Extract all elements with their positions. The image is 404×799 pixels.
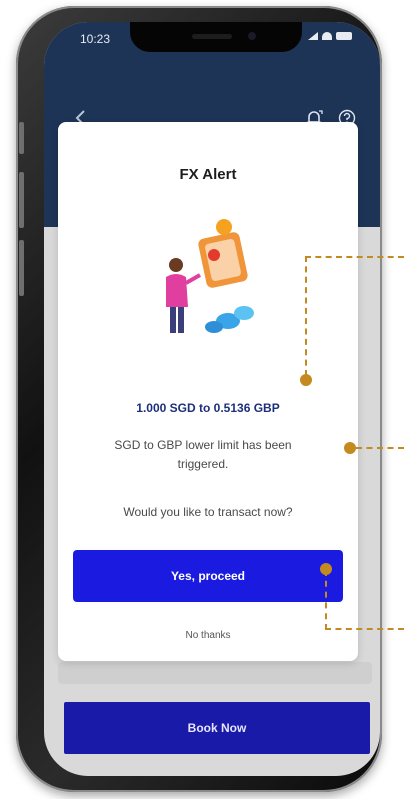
transact-question: Would you like to transact now? [123, 505, 293, 519]
callout-line-rate-vertical [305, 256, 307, 376]
fx-alert-modal: FX Alert 1.000 SGD to 0.5136 GBP SGD to … [58, 122, 358, 661]
phone-notch [130, 22, 302, 52]
phone-screen: 10:23 FX Alert 1.000 SGD to 0.5136 GBP S… [44, 22, 380, 776]
callout-dot-message [344, 442, 356, 454]
status-icons [308, 32, 352, 40]
callout-line-message [356, 447, 404, 449]
fx-alert-illustration [166, 219, 254, 333]
phone-side-button-volume-down [19, 240, 24, 296]
no-thanks-link[interactable]: No thanks [58, 630, 358, 641]
callout-line-proceed-vertical [325, 570, 327, 630]
callout-line-proceed-horizontal [325, 628, 404, 630]
proceed-button[interactable]: Yes, proceed [73, 550, 343, 602]
callout-line-rate-horizontal [305, 256, 404, 258]
phone-side-button-mute [19, 122, 24, 154]
phone-side-button-volume-up [19, 172, 24, 228]
signal-icon [308, 32, 318, 40]
book-now-button[interactable]: Book Now [64, 702, 370, 754]
wifi-icon [322, 32, 332, 40]
background-row [58, 662, 372, 684]
exchange-rate-text: 1.000 SGD to 0.5136 GBP [136, 401, 280, 415]
status-time: 10:23 [80, 32, 111, 46]
alert-message: SGD to GBP lower limit has been triggere… [114, 438, 292, 471]
speaker-grille [192, 34, 232, 39]
battery-icon [336, 32, 352, 40]
modal-title: FX Alert [179, 166, 237, 183]
front-camera [248, 32, 256, 40]
